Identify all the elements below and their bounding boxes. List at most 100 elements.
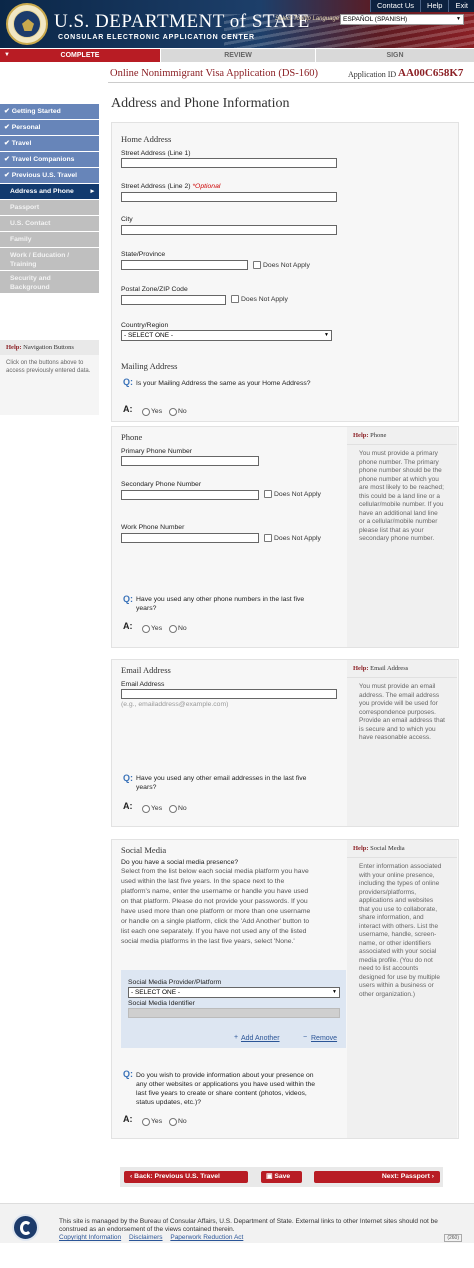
site-footer: This site is managed by the Bureau of Co… — [0, 1203, 474, 1243]
social-provider-label: Social Media Provider/Platform — [128, 979, 222, 986]
mailing-yes-radio[interactable] — [142, 408, 150, 416]
secondary-phone-input[interactable] — [121, 490, 259, 500]
city-input[interactable] — [121, 225, 337, 235]
sidebar-item-address-and-phone[interactable]: Address and Phone ▸ — [0, 184, 99, 199]
site-header: U.S. DEPARTMENT of STATE CONSULAR ELECTR… — [0, 0, 474, 48]
work-does-not-apply-label: Does Not Apply — [274, 535, 321, 542]
street1-label: Street Address (Line 1) — [121, 150, 191, 157]
social-identifier-label: Social Media Identifier — [128, 1000, 195, 1007]
other-email-no-label: No — [178, 805, 187, 812]
other-email-yes-label: Yes — [151, 805, 163, 812]
step-review: REVIEW — [160, 49, 315, 62]
other-websites-no-label: No — [178, 1118, 187, 1125]
back-button[interactable]: ‹ Back: Previous U.S. Travel — [124, 1171, 248, 1183]
department-subtitle: CONSULAR ELECTRONIC APPLICATION CENTER — [58, 34, 255, 41]
exit-link[interactable]: Exit — [448, 0, 474, 12]
email-hint: (e.g., emailaddress@example.com) — [121, 701, 229, 708]
street1-input[interactable] — [121, 158, 337, 168]
email-label: Email Address — [121, 681, 165, 688]
email-input[interactable] — [121, 689, 337, 699]
chevron-right-icon: › — [429, 1173, 434, 1180]
check-icon: ✔ — [4, 124, 10, 131]
street2-label: Street Address (Line 2) *Optional — [121, 183, 221, 190]
copyright-link[interactable]: Copyright Information — [59, 1234, 121, 1241]
mailing-no-radio[interactable] — [169, 408, 177, 416]
zip-input[interactable] — [121, 295, 226, 305]
sidebar-item-travel[interactable]: ✔ Travel — [0, 136, 99, 151]
social-provider-select[interactable]: - SELECT ONE - — [128, 987, 340, 998]
application-id: AA00C658K7 — [398, 67, 464, 79]
social-presence-question: Do you have a social media presence? — [121, 859, 239, 866]
language-label: Select Tooltip Language — [275, 16, 340, 22]
contact-us-link[interactable]: Contact Us — [369, 0, 420, 12]
footer-text: This site is managed by the Bureau of Co… — [59, 1218, 438, 1233]
social-identifier-input[interactable] — [128, 1008, 340, 1018]
sidebar-item-previous-us-travel[interactable]: ✔ Previous U.S. Travel — [0, 168, 99, 183]
divider — [108, 82, 474, 83]
secondary-does-not-apply-label: Does Not Apply — [274, 491, 321, 498]
next-button[interactable]: Next: Passport › — [314, 1171, 440, 1183]
state-department-seal-icon — [6, 3, 48, 45]
primary-phone-label: Primary Phone Number — [121, 448, 193, 455]
sidebar-item-travel-companions[interactable]: ✔ Travel Companions — [0, 152, 99, 167]
country-select[interactable]: - SELECT ONE - — [121, 330, 332, 341]
footer-links: Copyright Information Disclaimers Paperw… — [59, 1234, 249, 1241]
secondary-does-not-apply-checkbox[interactable] — [264, 490, 272, 498]
other-email-question: Have you used any other email addresses … — [136, 775, 307, 791]
other-phone-yes-label: Yes — [151, 625, 163, 632]
remove-icon: − — [303, 1034, 308, 1041]
question-marker: Q: — [123, 377, 133, 387]
add-another-link[interactable]: Add Another — [241, 1035, 280, 1042]
disclaimers-link[interactable]: Disclaimers — [129, 1234, 163, 1241]
other-websites-yes-label: Yes — [151, 1118, 163, 1125]
sidebar-item-work-education: Work / Education / Training — [0, 248, 99, 270]
email-title: Email Address — [121, 665, 171, 675]
remove-link[interactable]: Remove — [311, 1035, 337, 1042]
other-websites-question: Do you wish to provide information about… — [136, 1072, 316, 1106]
save-button[interactable]: ▣ Save — [261, 1171, 302, 1183]
street2-input[interactable] — [121, 192, 337, 202]
other-phone-question: Have you used any other phone numbers in… — [136, 596, 305, 612]
page-title: Address and Phone Information — [111, 96, 290, 111]
email-help: Help: Email Address You must provide an … — [347, 660, 457, 826]
chevron-right-icon: ▸ — [90, 188, 94, 195]
check-icon: ✔ — [4, 108, 10, 115]
question-marker: Q: — [123, 594, 133, 604]
zip-does-not-apply-checkbox[interactable] — [231, 295, 239, 303]
add-icon: + — [234, 1034, 239, 1041]
phone-help: Help: Phone You must provide a primary p… — [347, 427, 457, 647]
question-marker: Q: — [123, 773, 133, 783]
help-link[interactable]: Help — [420, 0, 448, 12]
country-label: Country/Region — [121, 322, 169, 329]
zip-label: Postal Zone/ZIP Code — [121, 286, 188, 293]
work-phone-input[interactable] — [121, 533, 259, 543]
navigation-help: Help: Navigation Buttons Click on the bu… — [0, 340, 99, 415]
department-title: U.S. DEPARTMENT of STATE — [54, 11, 310, 32]
sidebar-item-getting-started[interactable]: ✔ Getting Started — [0, 104, 99, 119]
language-select[interactable]: ESPAÑOL (SPANISH) — [340, 14, 464, 25]
arrow-down-icon: ▼ — [4, 52, 10, 58]
other-phone-yes-radio[interactable] — [142, 625, 150, 633]
check-icon: ✔ — [4, 140, 10, 147]
other-websites-yes-radio[interactable] — [142, 1118, 150, 1126]
answer-marker: A: — [123, 404, 133, 414]
state-does-not-apply-checkbox[interactable] — [253, 261, 261, 269]
work-does-not-apply-checkbox[interactable] — [264, 534, 272, 542]
progress-bar: ▼ COMPLETE REVIEW SIGN — [0, 49, 474, 62]
other-email-no-radio[interactable] — [169, 805, 177, 813]
mailing-no-label: No — [178, 408, 187, 415]
other-websites-no-radio[interactable] — [169, 1118, 177, 1126]
step-complete: ▼ COMPLETE — [0, 49, 160, 62]
answer-marker: A: — [123, 1114, 133, 1124]
primary-phone-input[interactable] — [121, 456, 259, 466]
sidebar-item-us-contact: U.S. Contact — [0, 216, 99, 231]
secondary-phone-label: Secondary Phone Number — [121, 481, 202, 488]
zip-does-not-apply-label: Does Not Apply — [241, 296, 288, 303]
application-id-label: Application ID — [348, 70, 397, 79]
state-input[interactable] — [121, 260, 248, 270]
answer-marker: A: — [123, 801, 133, 811]
other-phone-no-radio[interactable] — [169, 625, 177, 633]
paperwork-reduction-link[interactable]: Paperwork Reduction Act — [170, 1234, 243, 1241]
other-email-yes-radio[interactable] — [142, 805, 150, 813]
sidebar-item-personal[interactable]: ✔ Personal — [0, 120, 99, 135]
